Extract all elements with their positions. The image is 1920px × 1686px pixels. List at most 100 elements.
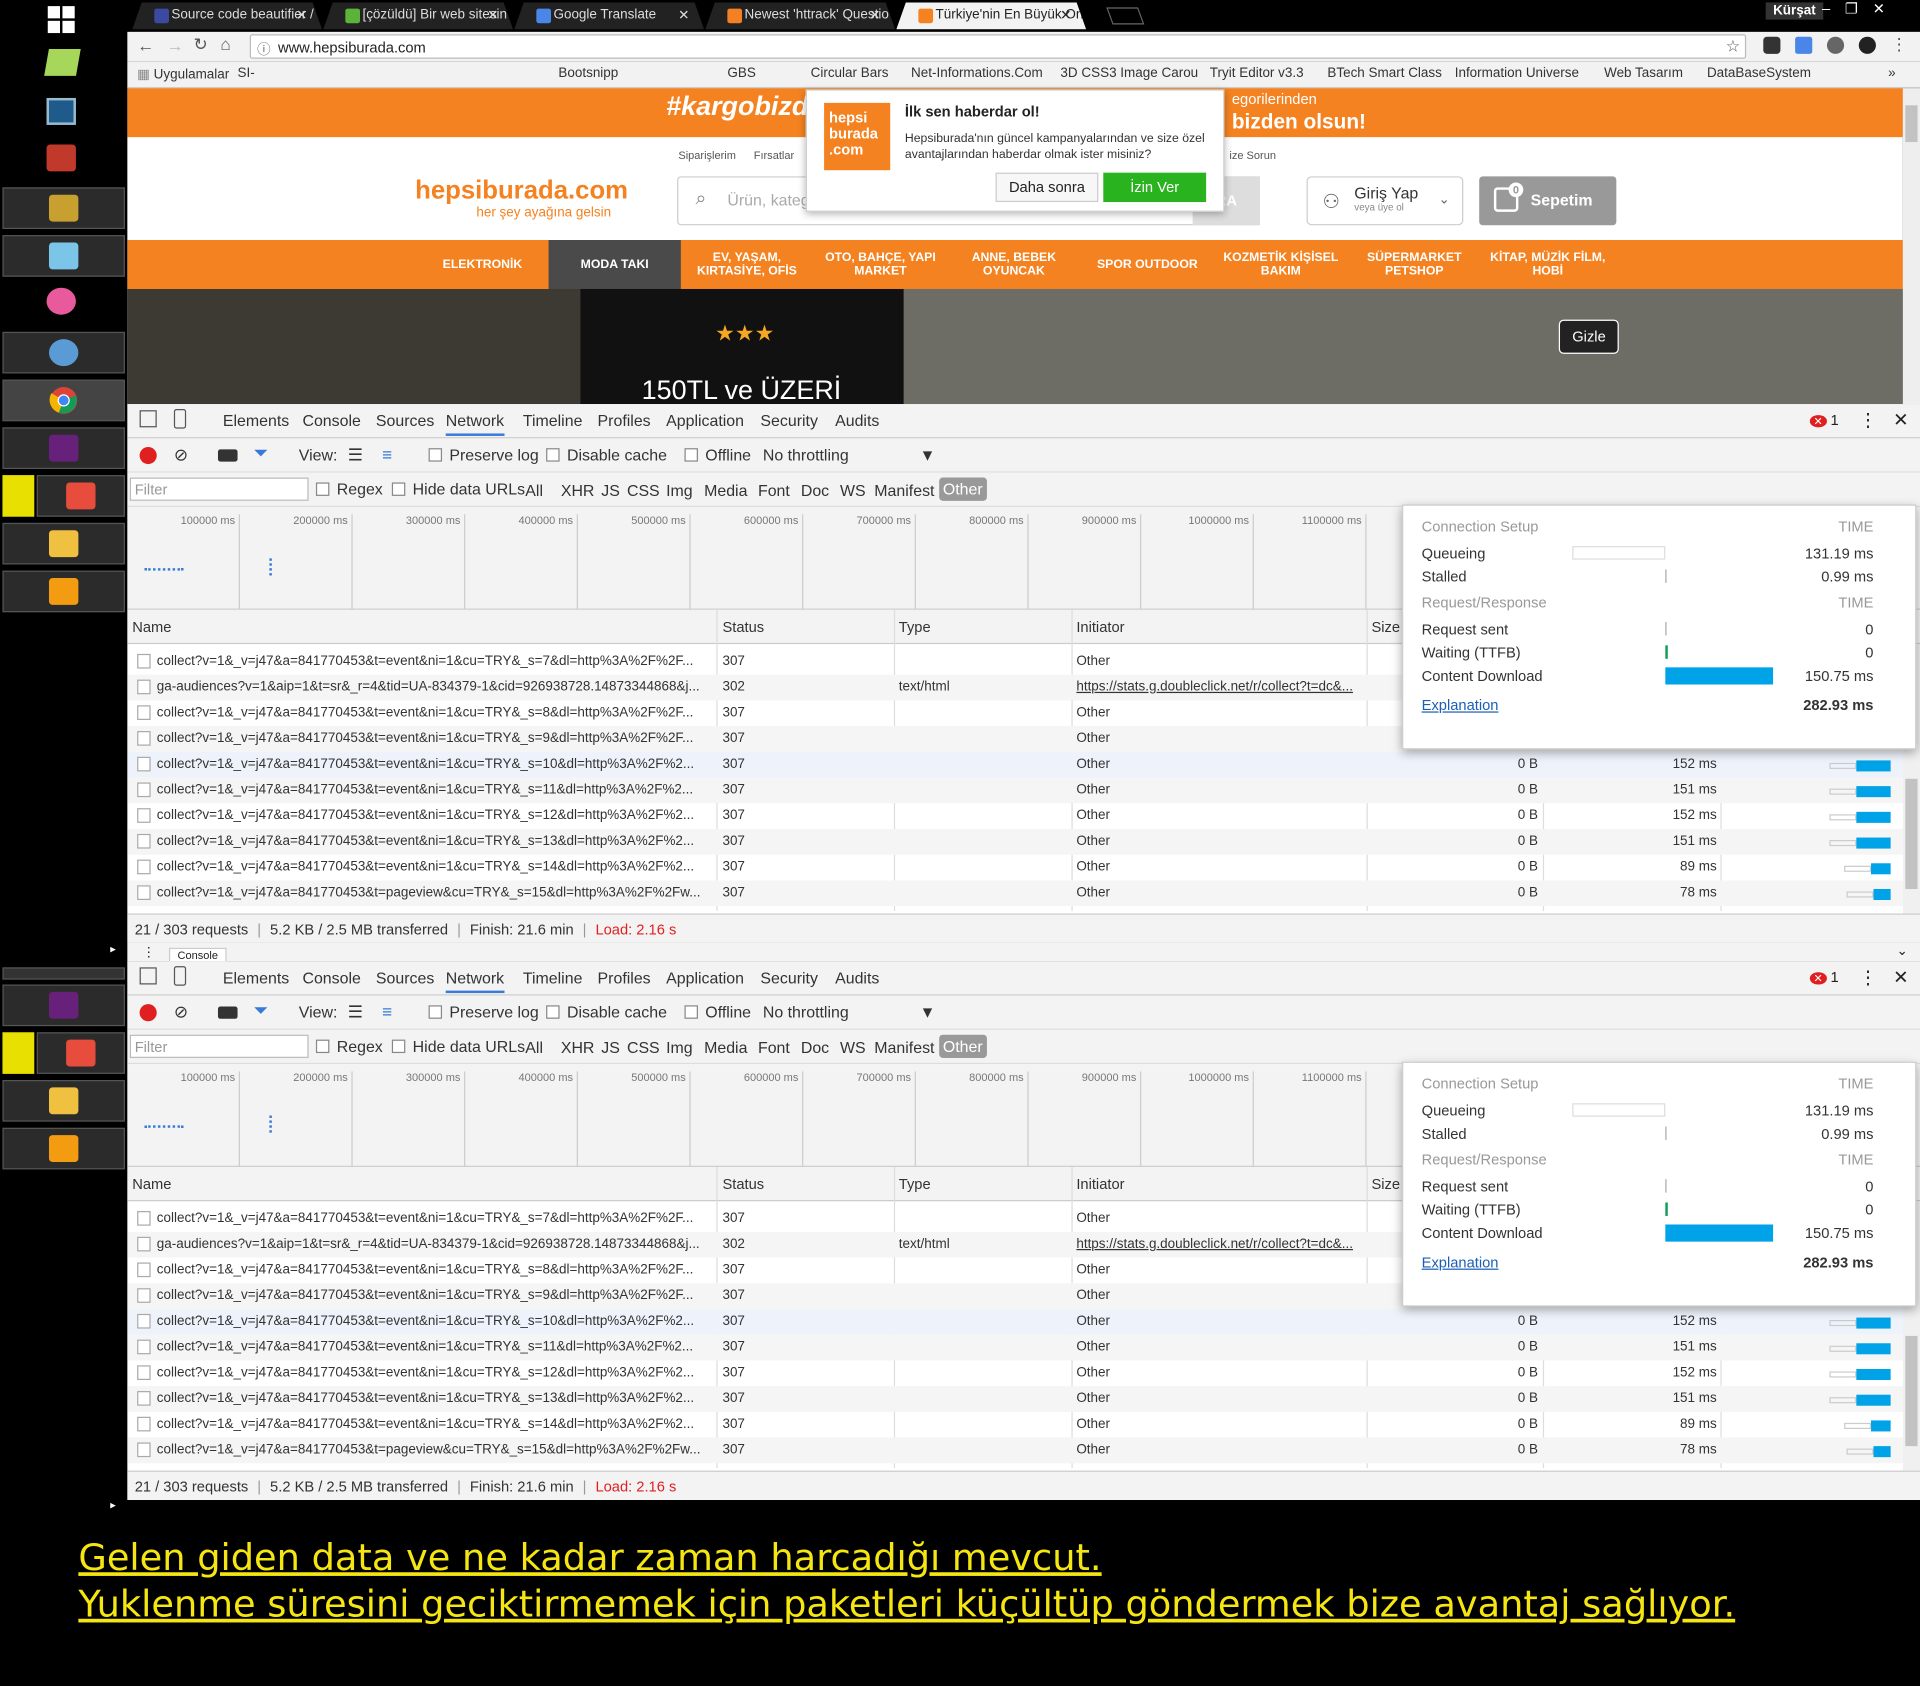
tab-console[interactable]: Console (302, 969, 360, 987)
type-filter-other[interactable]: Other (939, 477, 987, 501)
type-filter-js[interactable]: JS (601, 481, 620, 499)
tab-security[interactable]: Security (760, 969, 818, 987)
request-row[interactable]: collect?v=1&_v=j47&a=841770453&t=event&n… (127, 1308, 1903, 1335)
explanation-link[interactable]: Explanation (1422, 1254, 1499, 1271)
throttling-select[interactable]: No throttling ▼ (763, 1003, 936, 1021)
list-view-icon[interactable]: ☰ (348, 444, 363, 465)
type-filter-all[interactable]: All (525, 481, 543, 499)
column-size[interactable]: Size (1371, 618, 1400, 635)
browser-tab[interactable]: Source code beautifier / ✕ (132, 2, 323, 30)
hero-banner[interactable]: ★★★ 150TL ve ÜZERİ Gizle (127, 288, 1903, 405)
cart-button[interactable]: 0 Sepetim (1479, 176, 1617, 226)
explanation-link[interactable]: Explanation (1422, 697, 1499, 714)
taskbar-button-tools[interactable] (2, 187, 125, 229)
address-bar[interactable]: ⓘ www.hepsiburada.com ☆ (249, 34, 1747, 59)
home-icon[interactable]: ⌂ (220, 34, 230, 54)
preserve-log-checkbox[interactable]: Preserve log (428, 1003, 539, 1021)
clear-icon[interactable]: ⊘ (174, 444, 188, 465)
filter-icon[interactable]: ⏷ (253, 443, 268, 464)
close-tab-icon[interactable]: ✕ (869, 7, 880, 24)
record-icon[interactable] (139, 446, 157, 465)
screenshot-icon[interactable] (217, 449, 238, 462)
tab-elements[interactable]: Elements (223, 411, 289, 429)
bookmark[interactable]: GBS (727, 66, 755, 81)
tab-profiles[interactable]: Profiles (598, 969, 651, 987)
orders-link[interactable]: Siparişlerim (678, 149, 736, 161)
bookmark[interactable]: Net-Informations.Com (911, 66, 1043, 81)
taskbar-button-paint[interactable] (2, 331, 125, 374)
forward-icon[interactable]: → (167, 36, 184, 56)
column-status[interactable]: Status (722, 1176, 764, 1193)
error-counter[interactable]: ✕ 1 (1809, 969, 1839, 986)
hide-data-urls-checkbox[interactable]: Hide data URLs (391, 480, 525, 498)
filter-icon[interactable]: ⏷ (253, 1000, 268, 1021)
request-row[interactable]: collect?v=1&_v=j47&a=841770453&t=event&n… (127, 803, 1903, 829)
back-icon[interactable]: ← (137, 36, 154, 56)
bookmark[interactable]: Web Tasarım (1604, 66, 1683, 81)
preserve-log-checkbox[interactable]: Preserve log (428, 446, 539, 464)
type-filter-font[interactable]: Font (758, 1038, 790, 1056)
taskbar-button-visual-studio-2[interactable] (2, 984, 125, 1027)
app-icon[interactable] (46, 97, 76, 125)
request-initiator[interactable]: https://stats.g.doubleclick.net/r/collec… (1076, 1237, 1363, 1252)
bookmark[interactable]: Circular Bars (811, 66, 889, 81)
window-controls[interactable]: –❐✕ (1822, 0, 1900, 17)
expand-arrow-icon[interactable]: ▸ (110, 943, 116, 956)
column-name[interactable]: Name (132, 618, 171, 635)
tab-console[interactable]: Console (302, 411, 360, 429)
tab-sources[interactable]: Sources (376, 411, 434, 429)
hide-data-urls-checkbox[interactable]: Hide data URLs (391, 1037, 525, 1056)
waterfall-view-icon[interactable]: ≡ (382, 1002, 392, 1022)
type-filter-js[interactable]: JS (601, 1038, 620, 1056)
tab-timeline[interactable]: Timeline (523, 969, 583, 987)
new-tab-button[interactable] (1106, 7, 1145, 25)
paint-icon[interactable] (46, 287, 76, 315)
category-item[interactable]: ANNE, BEBEK OYUNCAK (953, 240, 1075, 289)
request-row[interactable]: collect?v=1&_v=j47&a=841770453&t=pagevie… (127, 1437, 1903, 1464)
bookmark[interactable]: SI- (238, 66, 255, 81)
type-filter-css[interactable]: CSS (627, 481, 660, 499)
collapse-drawer-icon[interactable]: ⌄ (1896, 943, 1907, 959)
allow-button[interactable]: İzin Ver (1103, 172, 1207, 203)
request-initiator[interactable]: https://stats.g.doubleclick.net/r/collec… (1076, 680, 1363, 695)
drawer-menu-icon[interactable]: ⋮ (142, 944, 155, 960)
site-logo[interactable]: hepsiburada.com her şey ayağına gelsin (415, 176, 628, 220)
column-type[interactable]: Type (899, 618, 931, 635)
close-tab-icon[interactable]: ✕ (1060, 7, 1071, 24)
tab-audits[interactable]: Audits (835, 411, 879, 429)
request-row[interactable]: collect?v=1&_v=j47&a=841770453&t=event&n… (127, 1386, 1903, 1412)
type-filter-css[interactable]: CSS (627, 1038, 660, 1056)
chat-extension-icon[interactable] (1763, 36, 1781, 54)
info-icon[interactable]: ⓘ (257, 39, 270, 59)
bookmark[interactable]: Tryit Editor v3.3 (1210, 66, 1304, 81)
type-filter-media[interactable]: Media (704, 481, 747, 499)
category-item[interactable]: ELEKTRONİK (421, 240, 543, 289)
close-tab-icon[interactable]: ✕ (296, 7, 307, 24)
tab-timeline[interactable]: Timeline (523, 411, 583, 429)
page-scrollbar[interactable] (1902, 88, 1920, 405)
taskbar-button-explorer-2[interactable] (2, 1080, 125, 1122)
later-button[interactable]: Daha sonra (995, 172, 1099, 203)
bookmark[interactable]: DataBaseSystem (1707, 66, 1811, 81)
toolbox-icon[interactable] (46, 144, 76, 172)
taskbar-button-media[interactable] (2, 570, 125, 613)
disable-cache-checkbox[interactable]: Disable cache (546, 1003, 667, 1021)
taskbar-button-recorder[interactable] (36, 475, 125, 517)
extension-icon[interactable] (1858, 36, 1876, 54)
list-view-icon[interactable]: ☰ (348, 1002, 363, 1023)
taskbar-button-notes[interactable] (2, 235, 125, 277)
bookmark[interactable]: Bootsnipp (558, 66, 618, 81)
type-filter-xhr[interactable]: XHR (561, 481, 595, 499)
bookmark[interactable]: BTech Smart Class (1327, 66, 1442, 81)
tab-network[interactable]: Network (445, 969, 505, 994)
browser-tab[interactable]: Newest 'httrack' Questio ✕ (705, 2, 896, 30)
category-item[interactable]: OTO, BAHÇE, YAPI MARKET (819, 240, 941, 289)
record-icon[interactable] (139, 1004, 157, 1022)
translate-extension-icon[interactable] (1795, 36, 1813, 54)
bookmark[interactable]: 3D CSS3 Image Carou (1060, 66, 1198, 81)
tab-profiles[interactable]: Profiles (598, 411, 651, 429)
type-filter-manifest[interactable]: Manifest (874, 1038, 934, 1056)
category-item[interactable]: KİTAP, MÜZİK FİLM, HOBİ (1487, 240, 1609, 289)
column-type[interactable]: Type (899, 1176, 931, 1193)
menu-icon[interactable]: ⋮ (1891, 34, 1908, 55)
